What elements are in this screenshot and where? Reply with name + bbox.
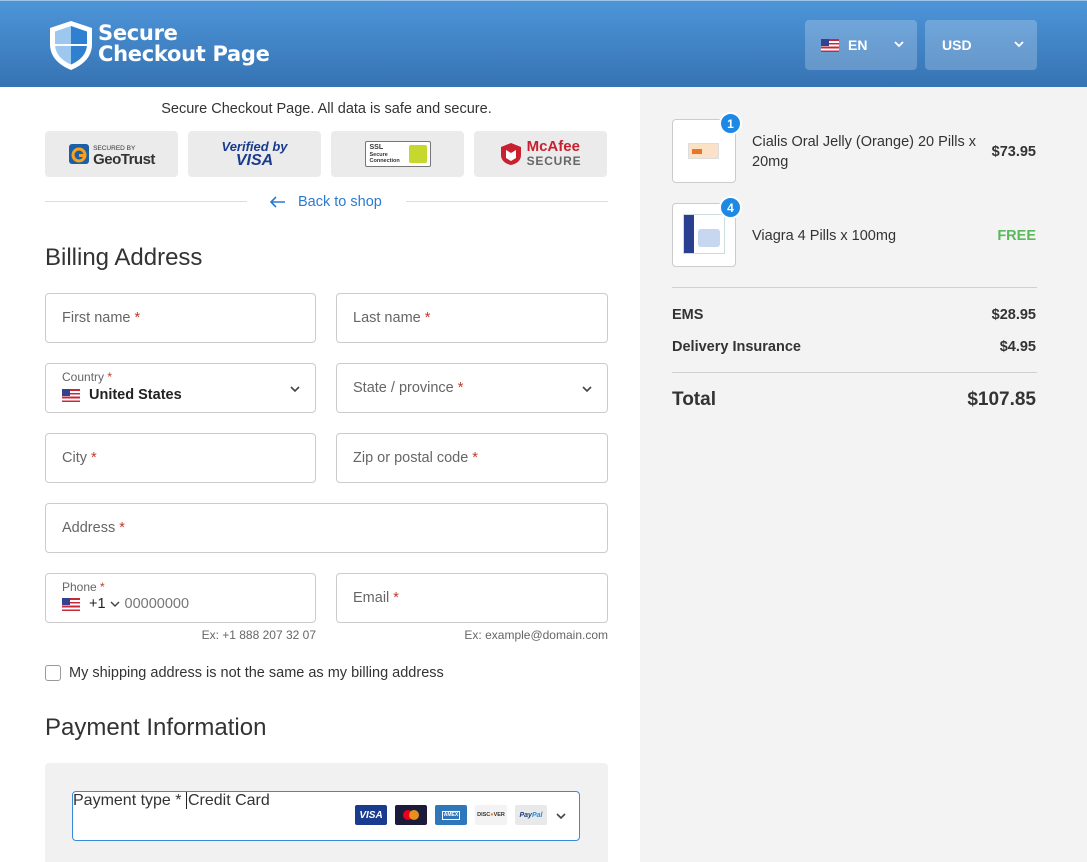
chevron-down-icon bbox=[110, 601, 120, 608]
address-placeholder: Address bbox=[62, 520, 116, 536]
us-flag-icon bbox=[821, 38, 839, 52]
quantity-badge: 1 bbox=[719, 112, 742, 135]
geotrust-name: GeoTrust bbox=[93, 151, 155, 168]
required-mark: * bbox=[107, 370, 113, 384]
us-flag-icon bbox=[62, 597, 80, 611]
ssl-lock-icon bbox=[408, 145, 427, 163]
required-mark: * bbox=[175, 792, 182, 809]
geotrust-logo-icon bbox=[69, 144, 90, 164]
payment-type-label: Payment type bbox=[73, 792, 171, 809]
phone-placeholder: 00000000 bbox=[124, 596, 190, 612]
mcafee-name: McAfee bbox=[526, 138, 580, 155]
mcafee-shield-icon bbox=[500, 143, 521, 165]
zip-field[interactable]: Zip or postal code * bbox=[336, 433, 608, 483]
last-name-field[interactable]: Last name * bbox=[336, 293, 608, 343]
item-price: FREE bbox=[997, 228, 1036, 244]
back-to-shop-link[interactable]: Back to shop bbox=[270, 192, 395, 212]
payment-type-select[interactable]: Payment type * Credit Card VISA AMEX DIS… bbox=[72, 791, 580, 841]
email-hint: Ex: example@domain.com bbox=[464, 628, 608, 642]
country-label: Country bbox=[62, 370, 105, 384]
summary-divider bbox=[672, 372, 1037, 373]
geotrust-badge: SECURED BY GeoTrust bbox=[45, 131, 178, 177]
language-value: EN bbox=[848, 37, 868, 53]
paypal-card-icon: PayPal bbox=[515, 805, 547, 825]
fee-label: EMS bbox=[672, 307, 704, 323]
item-name: Cialis Oral Jelly (Orange) 20 Pills x 20… bbox=[752, 134, 977, 170]
currency-value: USD bbox=[942, 37, 972, 53]
item-name: Viagra 4 Pills x 100mg bbox=[752, 228, 897, 244]
brand-title: Secure Checkout Page bbox=[98, 21, 270, 66]
site-header: Secure Checkout Page EN USD bbox=[0, 0, 1087, 87]
summary-divider bbox=[672, 287, 1037, 288]
required-mark: * bbox=[100, 580, 105, 594]
visa-name: VISA bbox=[235, 152, 274, 169]
required-mark: * bbox=[472, 450, 478, 466]
total-value: $107.85 bbox=[967, 389, 1036, 410]
chevron-down-icon bbox=[894, 41, 904, 48]
phone-code-select[interactable]: +1 bbox=[89, 596, 125, 612]
card-logos: VISA AMEX DISC●VER PayPal bbox=[355, 805, 547, 825]
city-placeholder: City bbox=[62, 450, 87, 466]
currency-select[interactable]: USD bbox=[925, 20, 1037, 70]
fee-value: $4.95 bbox=[999, 339, 1036, 355]
chevron-down-icon bbox=[1014, 41, 1024, 48]
secure-notice: Secure Checkout Page. All data is safe a… bbox=[161, 101, 492, 117]
arrow-left-icon bbox=[270, 196, 285, 208]
item-price: $73.95 bbox=[991, 144, 1036, 160]
cialis-box-image bbox=[688, 143, 719, 159]
us-flag-icon bbox=[62, 388, 80, 402]
city-field[interactable]: City * bbox=[45, 433, 316, 483]
required-mark: * bbox=[134, 310, 141, 326]
payment-title: Payment Information bbox=[45, 714, 267, 741]
shipping-address-label[interactable]: My shipping address is not the same as m… bbox=[69, 665, 444, 681]
state-select[interactable]: State / province * bbox=[336, 363, 608, 413]
chevron-down-icon bbox=[290, 386, 300, 393]
required-mark: * bbox=[424, 310, 431, 326]
phone-code: +1 bbox=[89, 596, 106, 612]
chevron-down-icon bbox=[582, 386, 592, 393]
divider-left bbox=[45, 201, 247, 202]
country-select[interactable]: Country * United States bbox=[45, 363, 316, 413]
chevron-down-icon bbox=[556, 813, 566, 820]
divider-right bbox=[406, 201, 608, 202]
fee-label: Delivery Insurance bbox=[672, 339, 801, 355]
verified-by-visa-badge: Verified by VISA bbox=[188, 131, 321, 177]
required-mark: * bbox=[119, 520, 125, 536]
email-field[interactable]: Email * bbox=[336, 573, 608, 623]
discover-card-icon: DISC●VER bbox=[475, 805, 507, 825]
phone-field[interactable]: Phone * +1 00000000 bbox=[45, 573, 316, 623]
first-name-field[interactable]: First name * bbox=[45, 293, 316, 343]
last-name-placeholder: Last name bbox=[353, 310, 421, 326]
language-select[interactable]: EN bbox=[805, 20, 917, 70]
payment-type-value: Credit Card bbox=[185, 792, 270, 809]
mastercard-card-icon bbox=[395, 805, 427, 825]
first-name-placeholder: First name bbox=[62, 310, 131, 326]
amex-card-icon: AMEX bbox=[435, 805, 467, 825]
zip-placeholder: Zip or postal code bbox=[353, 450, 469, 466]
phone-label: Phone bbox=[62, 580, 97, 594]
address-field[interactable]: Address * bbox=[45, 503, 608, 553]
shipping-address-checkbox[interactable] bbox=[45, 665, 61, 681]
billing-title: Billing Address bbox=[45, 244, 203, 271]
mcafee-secure-text: SECURE bbox=[526, 154, 582, 168]
state-placeholder: State / province bbox=[353, 380, 454, 396]
phone-hint: Ex: +1 888 207 32 07 bbox=[201, 628, 316, 642]
ssl-seal: SSL Secure Connection bbox=[364, 141, 431, 167]
back-to-shop-label: Back to shop bbox=[298, 194, 382, 210]
ssl-badge: SSL Secure Connection bbox=[331, 131, 464, 177]
email-placeholder: Email bbox=[353, 590, 390, 606]
total-label: Total bbox=[672, 389, 716, 410]
country-value: United States bbox=[89, 387, 182, 403]
viagra-box-image bbox=[683, 214, 725, 254]
shield-logo-icon bbox=[50, 21, 92, 70]
visa-card-text: VISA bbox=[359, 809, 383, 821]
mcafee-badge: McAfee SECURE bbox=[474, 131, 607, 177]
quantity-badge: 4 bbox=[719, 196, 742, 219]
required-mark: * bbox=[393, 590, 399, 606]
fee-value: $28.95 bbox=[991, 307, 1036, 323]
required-mark: * bbox=[91, 450, 97, 466]
visa-card-icon: VISA bbox=[355, 805, 387, 825]
required-mark: * bbox=[457, 380, 464, 396]
